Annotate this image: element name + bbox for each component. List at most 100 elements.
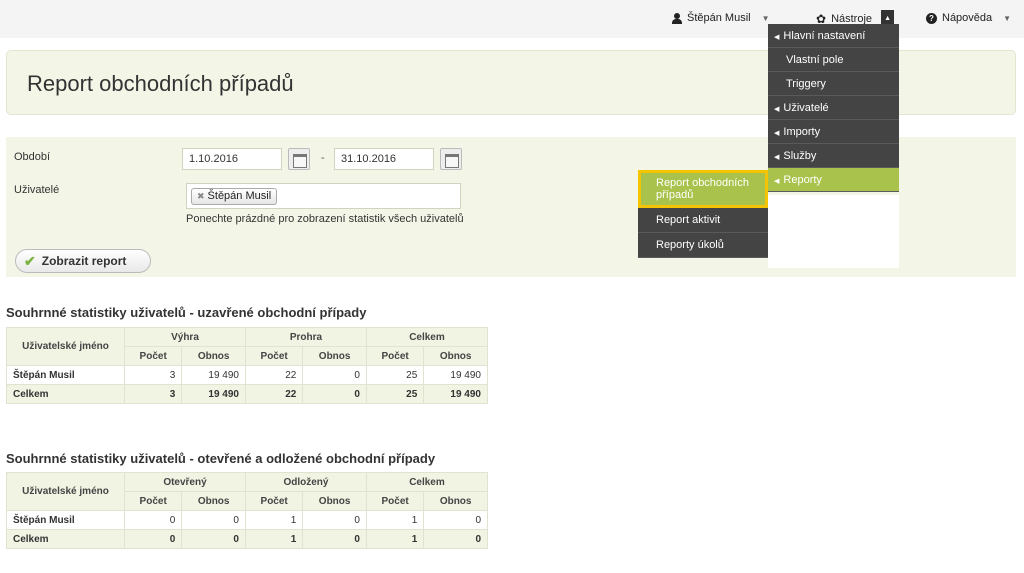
table-cell: 19 490 (181, 365, 246, 385)
table-cell: 0 (423, 529, 488, 549)
user-name-cell: Štěpán Musil (6, 510, 125, 530)
total-label-cell: Celkem (6, 529, 125, 549)
chevron-left-icon: ◀ (774, 130, 780, 137)
column-header: Obnos (302, 346, 367, 366)
table-cell: 1 (365, 510, 425, 530)
table-total-row: Celkem 3 19 490 22 0 25 19 490 (6, 384, 488, 404)
users-hint: Ponechte prázdné pro zobrazení statistik… (186, 213, 464, 225)
chevron-left-icon: ◀ (774, 34, 780, 41)
date-from-input[interactable]: 1.10.2016 (182, 148, 282, 170)
table-row: Štěpán Musil 3 19 490 22 0 25 19 490 (6, 365, 488, 385)
table-cell: 0 (123, 510, 183, 530)
column-group-header: Prohra (244, 327, 367, 347)
table-cell: 0 (123, 529, 183, 549)
column-header: Počet (123, 346, 183, 366)
table-cell: 0 (423, 510, 488, 530)
user-name-cell: Štěpán Musil (6, 365, 125, 385)
show-report-button[interactable]: ✔ Zobrazit report (15, 249, 151, 273)
column-header: Uživatelské jméno (6, 327, 125, 366)
table-cell: 1 (365, 529, 425, 549)
table-cell: 3 (123, 365, 183, 385)
table-cell: 0 (302, 384, 367, 404)
user-name: Štěpán Musil (687, 12, 751, 24)
table-cell: 3 (123, 384, 183, 404)
calendar-icon[interactable] (440, 148, 462, 170)
menu-item-label: Služby (783, 150, 817, 162)
menu-item-users[interactable]: ◀ Uživatelé (768, 96, 899, 120)
menu-item-label: Triggery (786, 78, 826, 90)
table-cell: 19 490 (423, 365, 488, 385)
column-group-header: Celkem (365, 472, 489, 492)
column-header: Počet (365, 491, 425, 511)
table-cell: 1 (244, 529, 304, 549)
table-row: Štěpán Musil 0 0 1 0 1 0 (6, 510, 488, 530)
column-group-header: Výhra (124, 327, 246, 347)
calendar-icon[interactable] (288, 148, 310, 170)
open-cases-heading: Souhrnné statistiky uživatelů - otevřené… (6, 451, 436, 466)
user-icon (672, 12, 682, 24)
menu-blank-area (768, 195, 899, 268)
user-tag: ✖ Štěpán Musil (191, 188, 278, 205)
submenu-item-deal-report[interactable]: Report obchodních případů (638, 170, 768, 208)
column-header: Obnos (423, 346, 488, 366)
table-cell: 25 (365, 384, 425, 404)
users-input[interactable]: ✖ Štěpán Musil (186, 183, 461, 209)
help-icon: ? (926, 12, 937, 24)
menu-item-label: Vlastní pole (786, 54, 844, 66)
menu-item-main-settings[interactable]: ◀ Hlavní nastavení (768, 24, 899, 48)
chevron-down-icon: ▼ (1003, 13, 1012, 23)
table-cell: 0 (302, 510, 367, 530)
chevron-left-icon: ◀ (774, 106, 780, 113)
submenu-item-task-reports[interactable]: Reporty úkolů (638, 233, 768, 258)
tools-label: Nástroje (831, 12, 873, 25)
chevron-left-icon: ◀ (774, 178, 780, 185)
column-header: Obnos (302, 491, 367, 511)
table-cell: 19 490 (423, 384, 488, 404)
menu-item-reports[interactable]: ◀ Reporty (768, 168, 899, 192)
column-header: Počet (244, 491, 304, 511)
help-label: Nápověda (942, 12, 993, 24)
page-title: Report obchodních případů (27, 71, 294, 96)
user-menu[interactable]: Štěpán Musil ▼ (672, 12, 770, 24)
column-header: Obnos (423, 491, 488, 511)
column-header: Počet (365, 346, 425, 366)
closed-cases-heading: Souhrnné statistiky uživatelů - uzavřené… (6, 305, 367, 320)
table-cell: 1 (244, 510, 304, 530)
menu-item-label: Uživatelé (783, 102, 829, 114)
column-group-header: Odložený (244, 472, 367, 492)
column-group-header: Celkem (365, 327, 489, 347)
users-label: Uživatelé (14, 184, 60, 196)
column-header: Uživatelské jméno (6, 472, 125, 511)
column-header: Počet (123, 491, 183, 511)
menu-item-services[interactable]: ◀ Služby (768, 144, 899, 168)
date-to-input[interactable]: 31.10.2016 (334, 148, 434, 170)
remove-tag-icon[interactable]: ✖ (197, 191, 205, 201)
table-cell: 25 (365, 365, 425, 385)
menu-item-label: Hlavní nastavení (783, 30, 866, 42)
chevron-down-icon: ▼ (761, 13, 770, 23)
menu-item-triggers[interactable]: Triggery (768, 72, 899, 96)
menu-item-label: Importy (783, 126, 821, 138)
user-tag-label: Štěpán Musil (207, 190, 272, 202)
menu-item-label: Reporty (783, 174, 822, 186)
column-group-header: Otevřený (124, 472, 246, 492)
chevron-left-icon: ◀ (774, 154, 780, 161)
table-cell: 0 (302, 529, 367, 549)
table-cell: 22 (244, 365, 304, 385)
table-total-row: Celkem 0 0 1 0 1 0 (6, 529, 488, 549)
date-separator: - (321, 152, 325, 164)
total-label-cell: Celkem (6, 384, 125, 404)
table-cell: 0 (302, 365, 367, 385)
open-cases-table: Uživatelské jméno Otevřený Odložený Celk… (6, 472, 489, 549)
reports-submenu: Report obchodních případů Report aktivit… (638, 170, 768, 258)
tools-dropdown: ◀ Hlavní nastavení Vlastní pole Triggery … (768, 24, 899, 192)
submenu-item-activity-report[interactable]: Report aktivit (638, 208, 768, 233)
menu-item-custom-fields[interactable]: Vlastní pole (768, 48, 899, 72)
show-report-label: Zobrazit report (41, 254, 127, 268)
period-label: Období (14, 151, 51, 163)
help-menu[interactable]: ? Nápověda ▼ (926, 12, 1011, 24)
table-cell: 19 490 (181, 384, 246, 404)
menu-item-imports[interactable]: ◀ Importy (768, 120, 899, 144)
closed-cases-table: Uživatelské jméno Výhra Prohra Celkem Po… (6, 327, 489, 404)
column-header: Počet (244, 346, 304, 366)
